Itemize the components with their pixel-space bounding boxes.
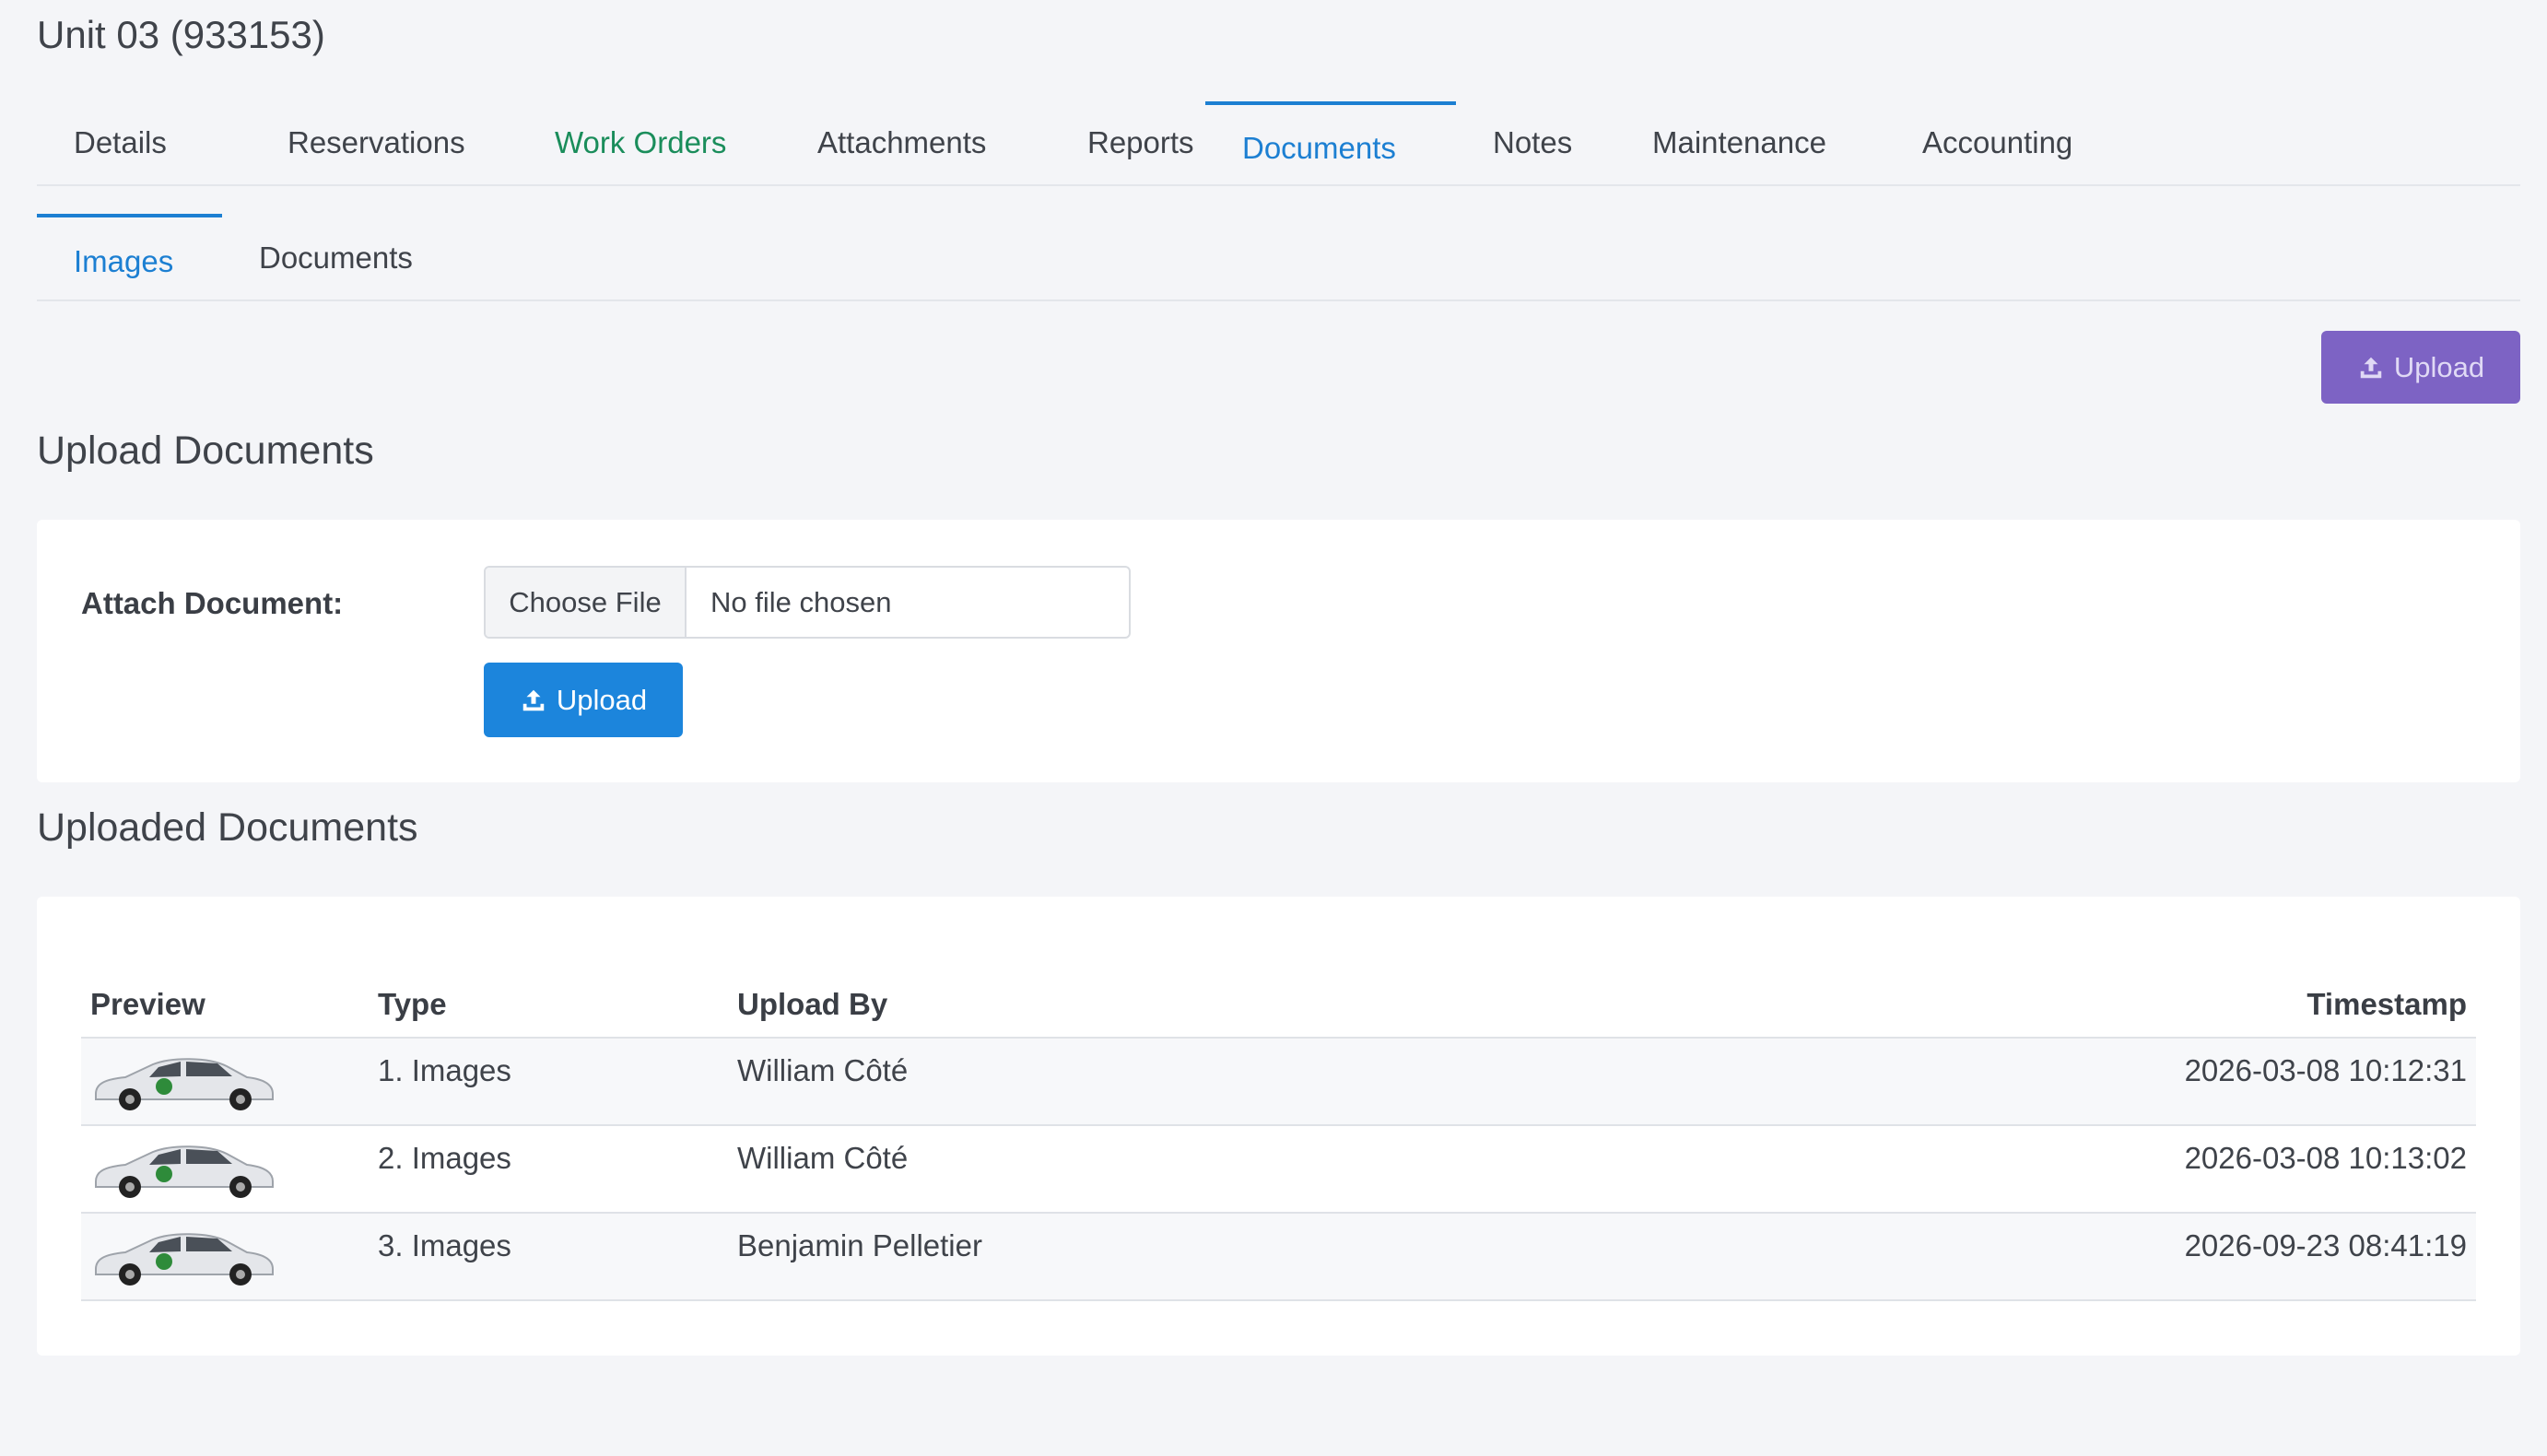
cell-type: 3. Images	[378, 1228, 511, 1262]
table-row: 1. Images William Côté 2026-03-08 10:12:…	[81, 1039, 2476, 1126]
table-row: 3. Images Benjamin Pelletier 2026-09-23 …	[81, 1214, 2476, 1301]
upload-top-button[interactable]: Upload	[2321, 331, 2520, 404]
tab-documents[interactable]: Documents	[1205, 101, 1456, 188]
attach-document-label: Attach Document:	[81, 586, 344, 620]
cell-type: 2. Images	[378, 1141, 511, 1175]
uploaded-card: Preview Type Upload By Timestamp 1. Imag…	[37, 897, 2520, 1356]
upload-button[interactable]: Upload	[484, 663, 683, 737]
sub-tabs: Images Documents	[37, 214, 2520, 301]
upload-card: Attach Document: Choose File No file cho…	[37, 520, 2520, 782]
tab-maintenance[interactable]: Maintenance	[1615, 100, 1863, 186]
file-name-display: No file chosen	[710, 585, 892, 618]
cell-timestamp: 2026-03-08 10:13:02	[2184, 1141, 2467, 1175]
page-title: Unit 03 (933153)	[37, 13, 325, 56]
subtab-images[interactable]: Images	[37, 214, 222, 301]
tab-attachments[interactable]: Attachments	[781, 100, 1023, 186]
choose-file-button[interactable]: Choose File	[486, 568, 687, 637]
upload-section-title: Upload Documents	[37, 429, 374, 473]
cell-type: 1. Images	[378, 1053, 511, 1087]
file-input[interactable]: Choose File No file chosen	[484, 566, 1131, 639]
upload-icon	[522, 689, 545, 710]
uploaded-section-title: Uploaded Documents	[37, 805, 418, 850]
table-header: Preview Type Upload By Timestamp	[81, 970, 2476, 1039]
cell-upload-by: Benjamin Pelletier	[737, 1228, 982, 1262]
cell-upload-by: William Côté	[737, 1141, 909, 1175]
upload-button-label: Upload	[556, 683, 648, 716]
main-tabs: Details Reservations Work Orders Attachm…	[37, 100, 2520, 186]
cell-timestamp: 2026-03-08 10:12:31	[2184, 1053, 2467, 1087]
car-thumbnail[interactable]	[88, 1046, 277, 1116]
car-thumbnail[interactable]	[88, 1221, 277, 1291]
col-type: Type	[378, 987, 447, 1021]
tab-details[interactable]: Details	[37, 100, 204, 186]
cell-upload-by: William Côté	[737, 1053, 909, 1087]
tab-work-orders[interactable]: Work Orders	[518, 100, 763, 186]
cell-timestamp: 2026-09-23 08:41:19	[2184, 1228, 2467, 1262]
col-preview: Preview	[90, 987, 205, 1021]
table-row: 2. Images William Côté 2026-03-08 10:13:…	[81, 1126, 2476, 1214]
upload-top-label: Upload	[2393, 350, 2485, 383]
upload-icon	[2360, 357, 2382, 378]
car-thumbnail[interactable]	[88, 1133, 277, 1204]
subtab-documents[interactable]: Documents	[222, 214, 450, 301]
tab-reports[interactable]: Reports	[1050, 100, 1231, 186]
uploaded-table: Preview Type Upload By Timestamp 1. Imag…	[81, 970, 2476, 1301]
tab-notes[interactable]: Notes	[1456, 100, 1609, 186]
col-upload-by: Upload By	[737, 987, 888, 1021]
col-timestamp: Timestamp	[2306, 987, 2467, 1021]
tab-accounting[interactable]: Accounting	[1885, 100, 2109, 186]
tab-reservations[interactable]: Reservations	[251, 100, 502, 186]
